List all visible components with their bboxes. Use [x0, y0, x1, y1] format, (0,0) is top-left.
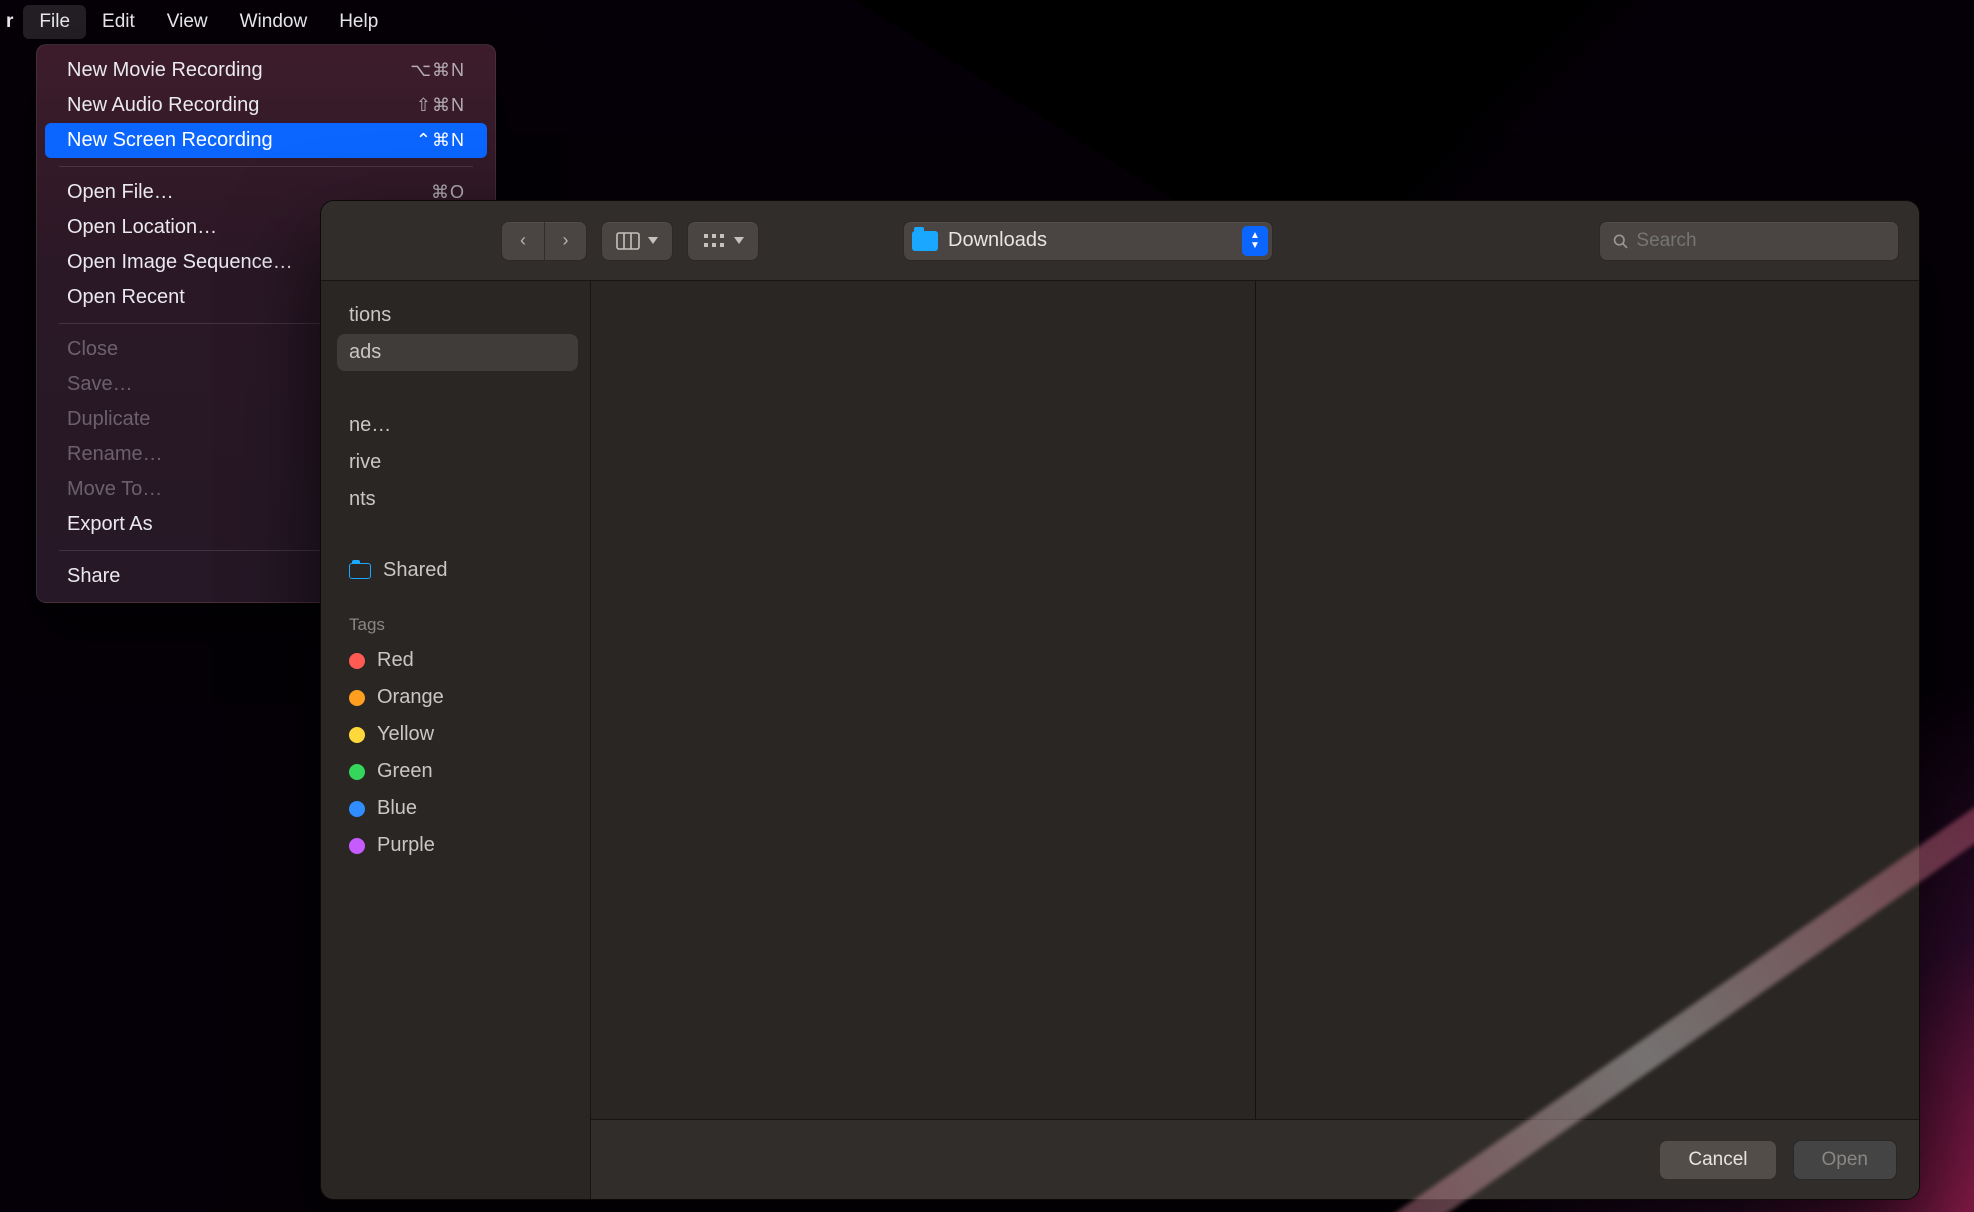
- tag-dot-icon: [349, 801, 365, 817]
- chevron-left-icon: ‹: [520, 230, 526, 251]
- menu-new-movie-recording[interactable]: New Movie Recording ⌥⌘N: [45, 53, 487, 88]
- tag-dot-icon: [349, 690, 365, 706]
- menu-item-shortcut: ⇧⌘N: [416, 95, 465, 116]
- search-icon: [1612, 232, 1628, 250]
- menu-item-label: Export As: [67, 513, 153, 536]
- tag-label: Red: [377, 649, 414, 672]
- file-column[interactable]: [591, 281, 1256, 1199]
- sidebar-section-tags: Tags: [337, 589, 578, 642]
- menu-view[interactable]: View: [151, 5, 224, 39]
- menu-item-label: Open Recent: [67, 286, 185, 309]
- desktop-background: r File Edit View Window Help New Movie R…: [0, 0, 1974, 1212]
- menu-item-label: Move To…: [67, 478, 162, 501]
- sidebar-item-downloads[interactable]: ads: [337, 334, 578, 371]
- sidebar-item-label: Shared: [383, 559, 448, 582]
- view-mode-button[interactable]: [601, 221, 673, 261]
- menu-item-label: Duplicate: [67, 408, 150, 431]
- location-popup[interactable]: Downloads ▲▼: [903, 221, 1273, 261]
- app-name-fragment: r: [0, 11, 23, 33]
- tag-blue[interactable]: Blue: [337, 790, 578, 827]
- group-by-button[interactable]: [687, 221, 759, 261]
- button-label: Cancel: [1688, 1149, 1747, 1171]
- button-label: Open: [1822, 1149, 1868, 1171]
- shared-folder-icon: [349, 563, 371, 579]
- tag-dot-icon: [349, 838, 365, 854]
- cancel-button[interactable]: Cancel: [1659, 1140, 1776, 1180]
- menu-new-screen-recording[interactable]: New Screen Recording ⌃⌘N: [45, 123, 487, 158]
- sidebar-item[interactable]: rive: [337, 444, 578, 481]
- file-browser-columns[interactable]: [591, 281, 1919, 1199]
- dialog-sidebar: tions ads ne… rive nts Shared: [321, 281, 591, 1199]
- open-file-dialog: ‹ › Downloads ▲▼: [320, 200, 1920, 1200]
- nav-back-forward: ‹ ›: [501, 221, 587, 261]
- menu-help[interactable]: Help: [323, 5, 394, 39]
- sidebar-item-label: ne…: [349, 414, 391, 437]
- menu-item-label: Open Location…: [67, 216, 217, 239]
- sidebar-item-shared[interactable]: Shared: [337, 552, 578, 589]
- dialog-footer: Cancel Open: [591, 1119, 1919, 1199]
- menu-item-label: New Audio Recording: [67, 94, 259, 117]
- sidebar-item[interactable]: ne…: [337, 407, 578, 444]
- menu-item-label: New Movie Recording: [67, 59, 263, 82]
- menu-new-audio-recording[interactable]: New Audio Recording ⇧⌘N: [45, 88, 487, 123]
- search-input[interactable]: [1636, 230, 1886, 252]
- sidebar-item[interactable]: nts: [337, 481, 578, 518]
- menu-item-shortcut: ⌃⌘N: [416, 130, 465, 151]
- chevron-down-icon: [734, 237, 744, 244]
- tag-yellow[interactable]: Yellow: [337, 716, 578, 753]
- menu-item-label: Rename…: [67, 443, 163, 466]
- back-button[interactable]: ‹: [502, 222, 544, 260]
- menu-bar: r File Edit View Window Help: [0, 0, 1974, 44]
- tag-dot-icon: [349, 653, 365, 669]
- tag-purple[interactable]: Purple: [337, 827, 578, 864]
- grid-icon: [702, 232, 726, 250]
- columns-icon: [616, 232, 640, 250]
- chevron-down-icon: [648, 237, 658, 244]
- location-label: Downloads: [948, 229, 1262, 252]
- file-column[interactable]: [1256, 281, 1920, 1199]
- sidebar-item-label: nts: [349, 488, 376, 511]
- tag-label: Orange: [377, 686, 444, 709]
- tag-dot-icon: [349, 727, 365, 743]
- menu-item-shortcut: ⌥⌘N: [410, 60, 465, 81]
- menu-item-label: Open Image Sequence…: [67, 251, 293, 274]
- open-button[interactable]: Open: [1793, 1140, 1897, 1180]
- sidebar-item[interactable]: tions: [337, 297, 578, 334]
- menu-item-label: Share: [67, 565, 120, 588]
- tag-label: Green: [377, 760, 433, 783]
- updown-stepper-icon: ▲▼: [1242, 226, 1268, 256]
- dialog-toolbar: ‹ › Downloads ▲▼: [321, 201, 1919, 281]
- tag-label: Yellow: [377, 723, 434, 746]
- search-field[interactable]: [1599, 221, 1899, 261]
- menu-edit[interactable]: Edit: [86, 5, 151, 39]
- tag-green[interactable]: Green: [337, 753, 578, 790]
- tag-label: Purple: [377, 834, 435, 857]
- menu-item-label: New Screen Recording: [67, 129, 273, 152]
- forward-button[interactable]: ›: [544, 222, 586, 260]
- sidebar-item-label: ads: [349, 341, 381, 364]
- folder-icon: [912, 231, 938, 251]
- menu-item-label: Save…: [67, 373, 133, 396]
- menu-window[interactable]: Window: [224, 5, 324, 39]
- sidebar-item-label: rive: [349, 451, 381, 474]
- tag-red[interactable]: Red: [337, 642, 578, 679]
- sidebar-item-label: tions: [349, 304, 391, 327]
- menu-item-label: Close: [67, 338, 118, 361]
- chevron-right-icon: ›: [563, 230, 569, 251]
- menu-item-label: Open File…: [67, 181, 174, 204]
- menu-divider: [59, 166, 473, 167]
- tag-orange[interactable]: Orange: [337, 679, 578, 716]
- tag-dot-icon: [349, 764, 365, 780]
- tag-label: Blue: [377, 797, 417, 820]
- dialog-body: tions ads ne… rive nts Shared: [321, 281, 1919, 1199]
- menu-file[interactable]: File: [23, 5, 86, 39]
